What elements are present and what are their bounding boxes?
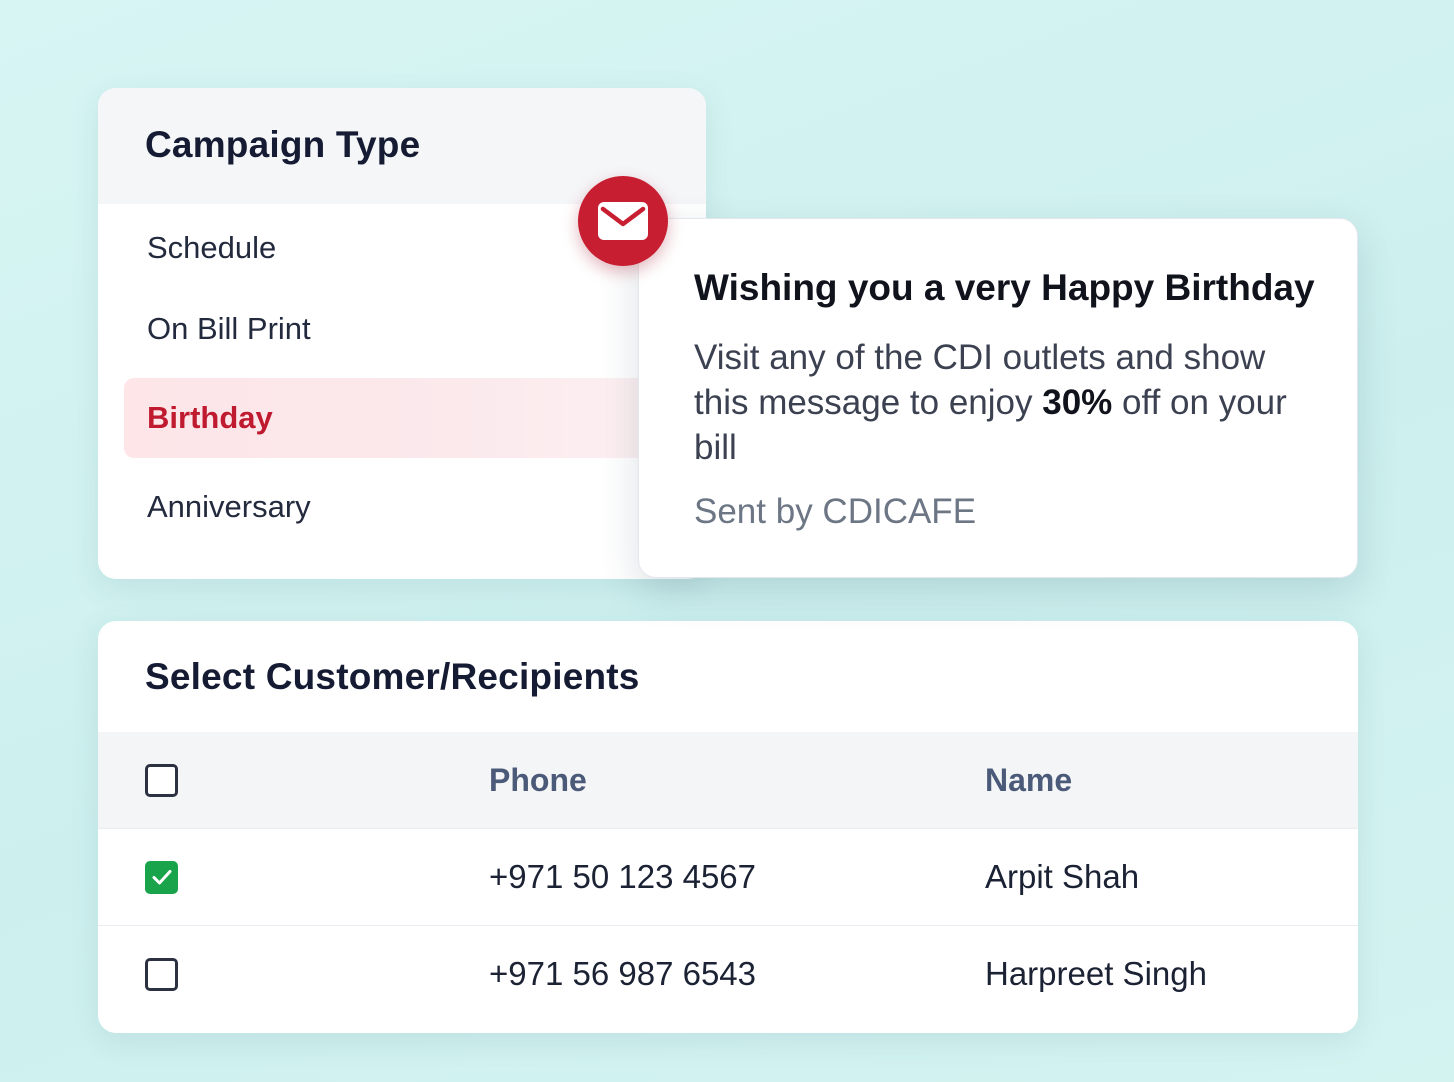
campaign-type-on-bill-print[interactable]: On Bill Print: [124, 289, 684, 369]
campaign-type-title: Campaign Type: [145, 124, 421, 165]
recipients-header: Select Customer/Recipients: [98, 621, 1358, 732]
message-body: Visit any of the CDI outlets and show th…: [694, 335, 1317, 470]
campaign-type-label: On Bill Print: [147, 311, 311, 346]
campaign-type-label: Schedule: [147, 230, 277, 265]
table-row[interactable]: +971 50 123 4567 Arpit Shah: [98, 829, 1358, 926]
recipients-table-header: Phone Name: [98, 732, 1358, 829]
name-cell: Arpit Shah: [985, 858, 1140, 895]
table-row[interactable]: +971 56 987 6543 Harpreet Singh: [98, 926, 1358, 1022]
mail-icon: [598, 202, 648, 240]
campaign-type-anniversary[interactable]: Anniversary: [124, 467, 684, 547]
checkmark-icon: [152, 870, 171, 885]
message-preview-card: Wishing you a very Happy Birthday Visit …: [638, 218, 1358, 578]
campaign-type-birthday[interactable]: Birthday: [124, 378, 684, 458]
column-header-name[interactable]: Name: [985, 732, 1072, 828]
name-cell: Harpreet Singh: [985, 955, 1207, 992]
row-select-cell: [145, 829, 178, 925]
row-select-cell: [145, 926, 178, 1022]
campaign-type-label: Birthday: [147, 400, 273, 435]
phone-cell: +971 56 987 6543: [489, 955, 757, 992]
mail-badge: [578, 176, 668, 266]
message-title: Wishing you a very Happy Birthday: [694, 267, 1315, 308]
recipients-title: Select Customer/Recipients: [145, 656, 640, 697]
select-all-checkbox[interactable]: [145, 763, 178, 797]
row-checkbox[interactable]: [145, 860, 178, 894]
row-checkbox[interactable]: [145, 957, 178, 991]
column-header-phone[interactable]: Phone: [489, 732, 587, 828]
message-discount: 30%: [1042, 383, 1113, 422]
recipients-panel: Select Customer/Recipients Phone Name +9…: [98, 621, 1358, 1033]
page-background: Campaign Type Schedule On Bill Print Bir…: [0, 0, 1454, 1082]
message-sender: Sent by CDICAFE: [694, 492, 977, 531]
campaign-type-label: Anniversary: [147, 489, 311, 524]
select-all-cell: [145, 732, 178, 828]
phone-cell: +971 50 123 4567: [489, 858, 757, 895]
campaign-type-panel: Campaign Type Schedule On Bill Print Bir…: [98, 88, 706, 579]
